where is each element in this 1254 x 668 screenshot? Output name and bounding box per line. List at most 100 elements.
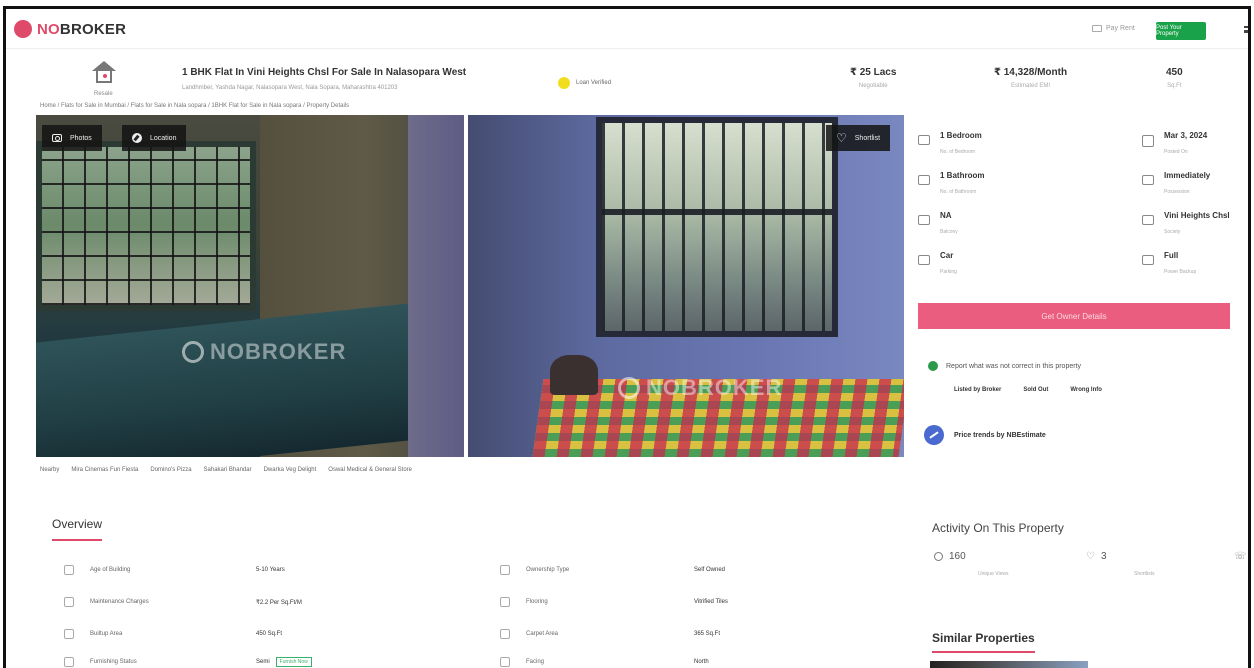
photos-button[interactable]: Photos	[42, 125, 102, 151]
price-trends-link[interactable]: Price trends by NBEstimate	[924, 425, 1046, 445]
detail-bathrooms: 1 Bathroom No. of Bathroom	[918, 169, 1078, 205]
hamburger-menu-icon[interactable]	[1244, 26, 1248, 33]
maintenance-icon	[64, 597, 74, 607]
nearby-item[interactable]: Sahakari Bhandar	[204, 467, 252, 473]
building-icon	[1142, 215, 1154, 225]
nearby-label: Nearby	[40, 467, 60, 473]
report-option-broker[interactable]: Listed by Broker	[954, 387, 1001, 393]
get-owner-details-button[interactable]: Get Owner Details	[918, 303, 1230, 329]
breadcrumb[interactable]: Home / Flats for Sale in Mumbai / Flats …	[40, 103, 349, 109]
overview-furnishing: Furnishing Status	[64, 657, 137, 667]
overview-furnishing-value: Semi Furnish Now	[256, 657, 312, 667]
nearby-places: Nearby Mira Cinemas Fun Fiesta Domino's …	[40, 467, 412, 473]
compass-icon	[132, 133, 142, 143]
balcony-icon	[918, 215, 930, 225]
watermark-logo-icon	[182, 341, 204, 363]
carpet-icon	[500, 629, 510, 639]
power-icon	[1142, 255, 1154, 265]
property-title: 1 BHK Flat In Vini Heights Chsl For Sale…	[182, 67, 467, 78]
price-value: ₹ 25 Lacs	[850, 67, 897, 78]
nearby-item[interactable]: Mira Cinemas Fun Fiesta	[71, 467, 138, 473]
nearby-item[interactable]: Dwarka Veg Delight	[264, 467, 317, 473]
report-label: Report what was not correct in this prop…	[946, 362, 1082, 370]
car-icon	[918, 255, 930, 265]
detail-bedrooms: 1 Bedroom No. of Bedroom	[918, 129, 1078, 165]
overview-builtup: Builtup Area	[64, 629, 122, 639]
property-header: Resale 1 BHK Flat In Vini Heights Chsl F…	[6, 53, 1248, 103]
pay-rent-label: Pay Rent	[1106, 25, 1135, 32]
overview-maintenance-value: ₹2.2 Per Sq.Ft/M	[256, 600, 302, 606]
builtup-icon	[64, 629, 74, 639]
overview-maintenance: Maintenance Charges	[64, 597, 149, 607]
chat-icon: ☏	[1234, 551, 1247, 562]
nobroker-logo[interactable]: NOBROKER	[14, 20, 126, 38]
area-value: 450	[1166, 67, 1183, 78]
location-button[interactable]: Location	[122, 125, 187, 151]
watermark: NOBROKER	[618, 375, 782, 401]
emi-value: ₹ 14,328/Month	[994, 67, 1068, 78]
card-icon	[1092, 25, 1102, 32]
contacted-count: ☏	[1234, 551, 1247, 562]
bath-icon	[918, 175, 930, 185]
overview-title: Overview	[52, 517, 103, 541]
views-count: 160	[934, 551, 966, 562]
verified-badge: Loan Verified	[558, 77, 611, 89]
emi-stat: ₹ 14,328/Month Estimated EMI	[994, 67, 1067, 89]
post-property-button[interactable]: Post Your Property	[1156, 22, 1206, 40]
eye-icon	[934, 552, 943, 561]
views-sub: Unique Views	[978, 571, 1009, 577]
similar-properties-title: Similar Properties	[932, 631, 1035, 653]
property-type-label: Resale	[94, 91, 113, 97]
emi-sub: Estimated EMI	[1011, 83, 1051, 89]
overview-carpet: Carpet Area	[500, 629, 558, 639]
property-photo-2[interactable]: NOBROKER	[468, 115, 904, 457]
price-trend-label: Price trends by NBEstimate	[954, 431, 1046, 439]
photo-gallery[interactable]: NOBROKER NOBROKER Photos Location ♡ Shor…	[36, 115, 904, 457]
overview-facing-value: North	[694, 659, 709, 665]
flooring-icon	[500, 597, 510, 607]
heart-icon: ♡	[836, 131, 847, 145]
report-icon	[928, 361, 938, 371]
report-options: Listed by Broker Sold Out Wrong Info	[954, 387, 1102, 393]
camera-icon	[52, 134, 62, 142]
verified-label: Loan Verified	[576, 80, 612, 86]
heart-icon: ♡	[1086, 551, 1095, 562]
shortlists-count: ♡ 3	[1086, 551, 1107, 562]
logo-text: NOBROKER	[37, 20, 127, 38]
app-window: NOBROKER Pay Rent Post Your Property Res…	[3, 6, 1251, 668]
detail-power-backup: Full Power Backup	[1142, 249, 1248, 285]
furnish-now-button[interactable]: Furnish Now	[275, 657, 312, 667]
key-icon	[1142, 175, 1154, 185]
detail-posted-on: Mar 3, 2024 Posted On	[1142, 129, 1248, 165]
watermark: NOBROKER	[182, 339, 346, 365]
detail-parking: Car Parking	[918, 249, 1078, 285]
overview-age: Age of Building	[64, 565, 130, 575]
furnishing-icon	[64, 657, 74, 667]
shortlist-button[interactable]: ♡ Shortlist	[826, 125, 891, 151]
facing-icon	[500, 657, 510, 667]
report-section[interactable]: Report what was not correct in this prop…	[928, 361, 1081, 371]
overview-flooring: Flooring	[500, 597, 548, 607]
bed-icon	[918, 135, 930, 145]
ownership-icon	[500, 565, 510, 575]
detail-possession: Immediately Possession	[1142, 169, 1248, 205]
house-icon	[92, 61, 116, 83]
area-stat: 450 Sq.Ft	[1166, 67, 1183, 89]
shortlists-sub: Shortlists	[1134, 571, 1155, 577]
nearby-item[interactable]: Oswal Medical & General Store	[328, 467, 412, 473]
pay-rent-link[interactable]: Pay Rent	[1092, 25, 1135, 32]
similar-property-thumbnail[interactable]	[930, 661, 1088, 668]
activity-title: Activity On This Property	[932, 521, 1064, 535]
detail-balcony: NA Balcony	[918, 209, 1078, 245]
overview-carpet-value: 365 Sq.Ft	[694, 631, 721, 637]
property-photo-1[interactable]: NOBROKER	[36, 115, 464, 457]
report-option-wrong-info[interactable]: Wrong Info	[1070, 387, 1102, 393]
area-sub: Sq.Ft	[1167, 83, 1182, 89]
overview-ownership-value: Self Owned	[694, 567, 726, 573]
report-option-sold-out[interactable]: Sold Out	[1023, 387, 1048, 393]
calendar-icon	[1142, 135, 1154, 147]
nearby-item[interactable]: Domino's Pizza	[150, 467, 191, 473]
overview-facing: Facing	[500, 657, 544, 667]
detail-society: Vini Heights Chsl Society	[1142, 209, 1248, 245]
overview-age-value: 5-10 Years	[256, 567, 285, 573]
